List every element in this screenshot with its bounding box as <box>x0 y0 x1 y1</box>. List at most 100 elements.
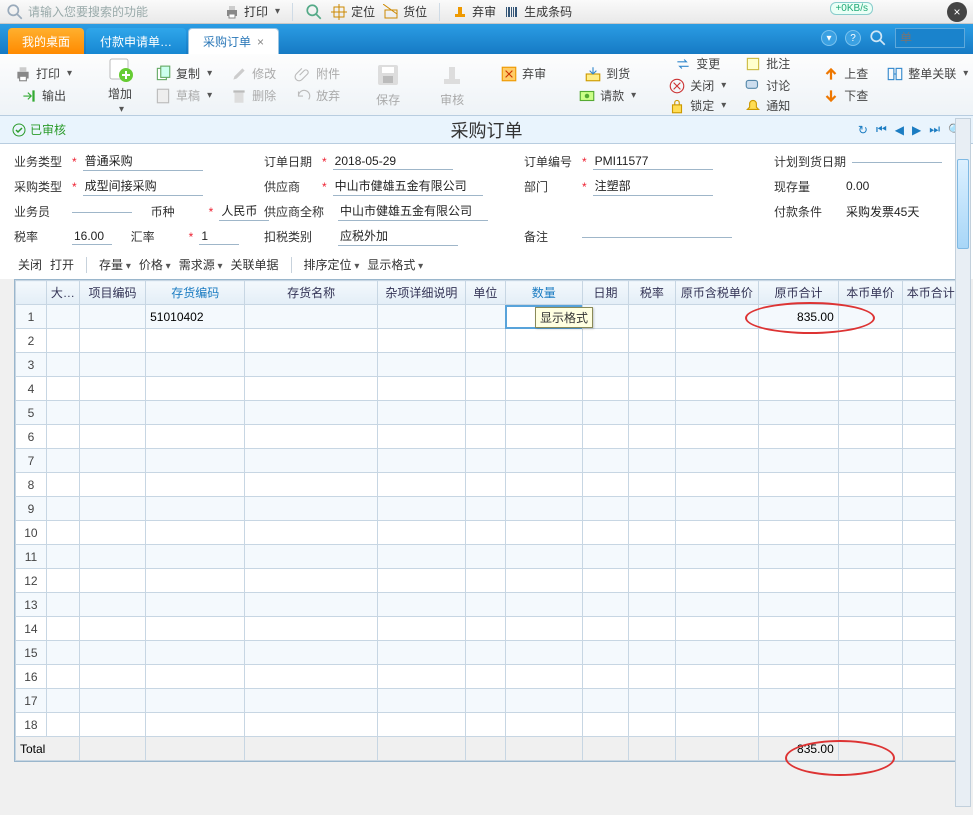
col-big[interactable]: 大… <box>46 281 79 305</box>
grid-demand-button[interactable]: 需求源 <box>179 256 223 273</box>
modify-button[interactable]: 修改 <box>224 64 282 84</box>
grid-open-button[interactable]: 打开 <box>50 256 74 273</box>
dept-field[interactable]: 注塑部 <box>593 177 713 196</box>
order-no-field[interactable]: PMI11577 <box>593 154 713 170</box>
exrate-field[interactable]: 1 <box>199 229 239 245</box>
notify-button[interactable]: 通知 <box>738 96 796 116</box>
col-orig-total[interactable]: 原币合计 <box>759 281 838 305</box>
delete-button[interactable]: 删除 <box>224 86 282 106</box>
col-orig-tax-price[interactable]: 原币含税单价 <box>675 281 759 305</box>
col-quantity[interactable]: 数量 <box>505 281 582 305</box>
detail-grid[interactable]: 大… 项目编码 存货编码 存货名称 杂项详细说明 单位 数量 日期 税率 原币含… <box>14 279 959 762</box>
receive-button[interactable]: 到货 <box>572 64 642 84</box>
nav-first-icon[interactable]: ⏮ <box>876 122 887 137</box>
table-row[interactable]: 18 <box>16 713 958 737</box>
remark-field[interactable] <box>582 236 732 238</box>
lock-button[interactable]: 锁定 <box>662 96 732 116</box>
table-row[interactable]: 9 <box>16 497 958 521</box>
table-row[interactable]: 151010402835.00 <box>16 305 958 329</box>
top-locate-button[interactable]: 定位 <box>331 3 375 20</box>
biz-type-field[interactable]: 普通采购 <box>83 152 203 171</box>
table-row[interactable]: 7 <box>16 449 958 473</box>
grid-price-button[interactable]: 价格 <box>139 256 171 273</box>
order-date-field[interactable]: 2018-05-29 <box>333 154 453 170</box>
down-query-button[interactable]: 下查 <box>816 86 874 106</box>
table-row[interactable]: 15 <box>16 641 958 665</box>
col-rowsel[interactable] <box>16 281 47 305</box>
tabs-dropdown-icon[interactable]: ▾ <box>821 30 837 46</box>
request-button[interactable]: 请款 <box>572 86 642 106</box>
tax-rate-field[interactable]: 16.00 <box>72 229 112 245</box>
close-button[interactable]: 关闭 <box>662 76 732 96</box>
col-taxrate[interactable]: 税率 <box>629 281 675 305</box>
draft-button[interactable]: 草稿 <box>148 86 218 106</box>
grid-sort-button[interactable]: 排序定位 <box>304 256 360 273</box>
top-print-button[interactable]: 打印 <box>224 3 280 20</box>
table-row[interactable]: 10 <box>16 521 958 545</box>
cell-orig-total[interactable]: 835.00 <box>759 305 838 329</box>
grid-stock-button[interactable]: 存量 <box>99 256 131 273</box>
col-date[interactable]: 日期 <box>582 281 628 305</box>
cell-inventory-code[interactable]: 51010402 <box>146 305 245 329</box>
table-row[interactable]: 14 <box>16 617 958 641</box>
discuss-button[interactable]: 讨论 <box>738 76 796 96</box>
table-row[interactable]: 3 <box>16 353 958 377</box>
discard-button[interactable]: 弃审 <box>494 64 552 84</box>
refresh-icon[interactable]: ↻ <box>858 123 868 137</box>
grid-close-button[interactable]: 关闭 <box>18 256 42 273</box>
supplier-field[interactable]: 中山市健雄五金有限公司 <box>333 177 483 196</box>
top-bin-button[interactable]: 货位 <box>383 3 427 20</box>
col-project-code[interactable]: 项目编码 <box>79 281 145 305</box>
top-unapprove-button[interactable]: 弃审 <box>452 3 496 20</box>
col-unit[interactable]: 单位 <box>465 281 505 305</box>
tab-purchase-order[interactable]: 采购订单× <box>188 28 279 54</box>
tab-payment-request[interactable]: 付款申请单… <box>86 28 186 54</box>
table-row[interactable]: 5 <box>16 401 958 425</box>
top-barcode-button[interactable]: 生成条码 <box>504 3 572 20</box>
approve-note-button[interactable]: 批注 <box>738 54 796 74</box>
change-button[interactable]: 变更 <box>662 54 732 74</box>
table-row[interactable]: 13 <box>16 593 958 617</box>
nav-last-icon[interactable]: ⏭ <box>929 122 940 137</box>
col-local-total[interactable]: 本币合计 <box>902 281 957 305</box>
audit-button[interactable]: 审核 <box>430 59 474 110</box>
tax-cat-field[interactable]: 应税外加 <box>338 227 458 246</box>
nav-next-icon[interactable]: ▶ <box>912 123 921 137</box>
print-button[interactable]: 打印 <box>8 64 78 84</box>
tab-desktop[interactable]: 我的桌面 <box>8 28 84 54</box>
table-row[interactable]: 4 <box>16 377 958 401</box>
global-search-hint[interactable]: 请输入您要搜索的功能 <box>6 3 148 21</box>
copy-button[interactable]: 复制 <box>148 64 218 84</box>
col-inventory-code[interactable]: 存货编码 <box>146 281 245 305</box>
table-row[interactable]: 17 <box>16 689 958 713</box>
vertical-scrollbar[interactable] <box>955 118 971 807</box>
plan-date-field[interactable] <box>852 161 942 163</box>
table-row[interactable]: 16 <box>16 665 958 689</box>
attach-button[interactable]: 附件 <box>288 64 346 84</box>
table-row[interactable]: 2 <box>16 329 958 353</box>
tab-search-icon[interactable] <box>869 29 887 47</box>
col-inventory-name[interactable]: 存货名称 <box>245 281 377 305</box>
table-row[interactable]: 6 <box>16 425 958 449</box>
up-query-button[interactable]: 上查 <box>816 64 874 84</box>
col-misc-detail[interactable]: 杂项详细说明 <box>377 281 465 305</box>
table-row[interactable]: 12 <box>16 569 958 593</box>
sales-field[interactable] <box>72 211 132 213</box>
close-tab-icon[interactable]: × <box>257 35 264 49</box>
relate-button[interactable]: 整单关联 <box>880 64 973 84</box>
output-button[interactable]: 输出 <box>8 86 78 106</box>
table-row[interactable]: 8 <box>16 473 958 497</box>
currency-field[interactable]: 人民币 <box>219 202 269 221</box>
nav-prev-icon[interactable]: ◀ <box>895 123 904 137</box>
grid-format-button[interactable]: 显示格式 <box>367 256 423 273</box>
scrollbar-thumb[interactable] <box>957 159 969 249</box>
magnify-icon[interactable] <box>305 3 323 21</box>
save-button[interactable]: 保存 <box>366 59 410 110</box>
grid-table[interactable]: 大… 项目编码 存货编码 存货名称 杂项详细说明 单位 数量 日期 税率 原币含… <box>15 280 958 761</box>
tab-search-input[interactable] <box>895 28 965 48</box>
col-local-price[interactable]: 本币单价 <box>838 281 902 305</box>
app-close-button[interactable]: × <box>947 2 967 22</box>
help-icon[interactable]: ? <box>845 30 861 46</box>
add-button[interactable]: 增加 <box>98 53 142 117</box>
table-row[interactable]: 11 <box>16 545 958 569</box>
